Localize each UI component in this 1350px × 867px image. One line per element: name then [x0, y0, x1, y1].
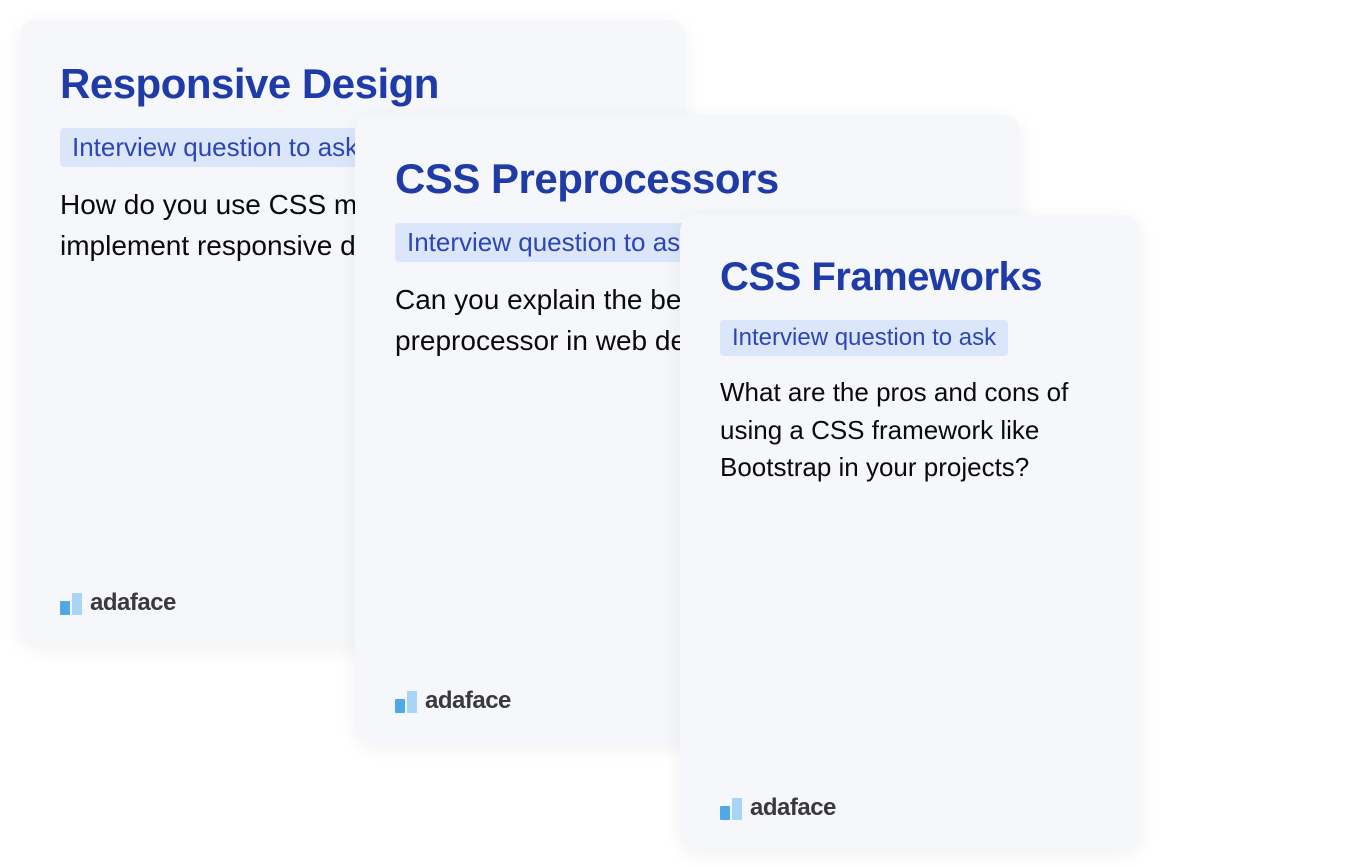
- brand-name: adaface: [90, 591, 176, 615]
- bar-chart-icon: [395, 691, 417, 713]
- card-title: Responsive Design: [60, 60, 645, 108]
- brand-logo: adaface: [720, 796, 836, 820]
- interview-card-css-frameworks: CSS Frameworks Interview question to ask…: [680, 215, 1140, 850]
- card-subtitle-badge: Interview question to ask: [395, 223, 705, 262]
- brand-logo: adaface: [395, 689, 511, 713]
- card-title: CSS Frameworks: [720, 255, 1100, 300]
- card-subtitle-badge: Interview question to ask: [60, 128, 370, 167]
- brand-name: adaface: [750, 796, 836, 820]
- card-title: CSS Preprocessors: [395, 155, 980, 203]
- brand-logo: adaface: [60, 591, 176, 615]
- brand-name: adaface: [425, 689, 511, 713]
- bar-chart-icon: [720, 798, 742, 820]
- card-subtitle-badge: Interview question to ask: [720, 320, 1008, 356]
- card-question: What are the pros and cons of using a CS…: [720, 374, 1100, 487]
- bar-chart-icon: [60, 593, 82, 615]
